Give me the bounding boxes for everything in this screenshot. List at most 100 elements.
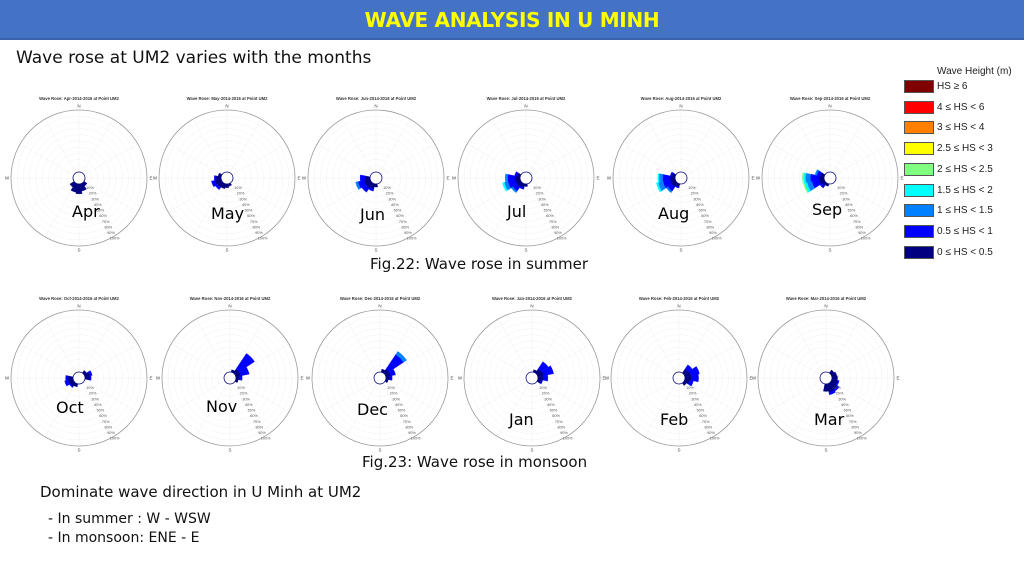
- compass-label: N: [374, 104, 377, 109]
- radial-tick-label: 100%: [110, 237, 120, 241]
- angular-gridline: [84, 143, 138, 176]
- angular-gridline: [491, 119, 524, 173]
- wave-rose-chart: Wave Rose: Aug-2014-2016 at Point UM2 N E S…: [607, 96, 755, 252]
- radial-tick-label: 30%: [538, 197, 546, 201]
- rose-petal-segment: [65, 375, 69, 381]
- angular-gridline: [683, 119, 716, 173]
- radial-tick-label: 20%: [89, 192, 97, 196]
- wave-rose-chart: Wave Rose: May-2014-2016 at Point UM2 N E S…: [153, 96, 301, 253]
- radial-tick-label: 10%: [688, 186, 696, 190]
- rose-petal-segment: [359, 174, 366, 182]
- calm-circle: [220, 171, 234, 185]
- angular-gridline: [646, 119, 679, 173]
- chart-title: Wave Rose: Jun-2014-2016 at Point UM2: [336, 96, 417, 101]
- radial-tick-label: 100%: [261, 437, 271, 441]
- radial-tick-label: 90%: [554, 231, 562, 235]
- compass-label: S: [677, 448, 680, 453]
- angular-gridline: [44, 119, 77, 173]
- angular-gridline: [321, 343, 375, 376]
- radial-tick-label: 50%: [398, 409, 406, 413]
- compass-label: N: [228, 304, 231, 309]
- rose-petal-segment: [239, 375, 243, 381]
- radial-tick-label: 100%: [861, 237, 871, 241]
- radial-tick-label: 30%: [242, 397, 250, 401]
- legend-label: 3 ≤ HS < 4: [937, 122, 985, 134]
- chart-title: Wave Rose: Dec-2014-2016 at Point UM2: [340, 296, 421, 301]
- radial-tick-label: 60%: [400, 414, 408, 418]
- radial-tick-label: 30%: [91, 197, 99, 201]
- radial-tick-label: 50%: [245, 209, 253, 213]
- legend-swatch: [904, 100, 934, 114]
- calm-circle: [819, 371, 833, 385]
- radial-tick-label: 50%: [97, 409, 105, 413]
- compass-label: N: [530, 304, 533, 309]
- radial-tick-label: 80%: [851, 425, 859, 429]
- wave-rose-chart: Wave Rose: Jun-2014-2016 at Point UM2 N E S…: [302, 96, 450, 253]
- radial-tick-label: 50%: [697, 409, 705, 413]
- compass-label: W: [458, 376, 463, 381]
- radial-tick-label: 100%: [857, 437, 867, 441]
- angular-gridline: [20, 180, 74, 213]
- rose-petal-segment: [89, 375, 92, 381]
- radial-tick-label: 60%: [250, 414, 258, 418]
- compass-label: S: [228, 448, 231, 453]
- radial-tick-label: 40%: [694, 403, 702, 407]
- radial-tick-label: 90%: [408, 431, 416, 435]
- legend-label: 2.5 ≤ HS < 3: [937, 143, 993, 155]
- angular-gridline: [81, 119, 114, 173]
- compass-label: E: [297, 176, 300, 181]
- radial-tick-label: 20%: [542, 392, 550, 396]
- legend-label: 0.5 ≤ HS < 1: [937, 225, 993, 237]
- chart-title: Wave Rose: Mar-2014-2016 at Point UM2: [786, 296, 867, 301]
- radial-tick-label: 70%: [102, 420, 110, 424]
- radial-tick-label: 10%: [86, 386, 94, 390]
- radial-tick-label: 30%: [691, 397, 699, 401]
- angular-gridline: [767, 343, 821, 376]
- rose-petal-segment: [542, 374, 549, 382]
- radial-tick-label: 50%: [248, 409, 256, 413]
- radial-tick-label: 40%: [845, 203, 853, 207]
- legend-label: 0 ≤ HS < 0.5: [937, 246, 993, 258]
- radial-tick-label: 60%: [396, 214, 404, 218]
- radial-tick-label: 60%: [99, 414, 107, 418]
- angular-gridline: [795, 119, 828, 173]
- radial-tick-label: 40%: [391, 203, 399, 207]
- notes-heading: Dominate wave direction in U Minh at UM2: [40, 483, 362, 501]
- angular-gridline: [168, 143, 222, 176]
- compass-label: W: [306, 376, 311, 381]
- radial-tick-label: 70%: [549, 220, 557, 224]
- compass-label: E: [751, 176, 754, 181]
- chart-title: Wave Rose: Jan-2014-2016 at Point UM2: [492, 296, 573, 301]
- radial-tick-label: 80%: [704, 425, 712, 429]
- legend-item: 2 ≤ HS < 2.5: [904, 162, 1024, 177]
- angular-gridline: [473, 343, 527, 376]
- radial-tick-label: 40%: [94, 403, 102, 407]
- compass-label: S: [530, 448, 533, 453]
- radial-tick-label: 50%: [848, 209, 856, 213]
- radial-tick-label: 10%: [686, 386, 694, 390]
- chart-title: Wave Rose: Apr-2014-2016 at Point UM2: [39, 96, 119, 101]
- radial-tick-label: 90%: [707, 431, 715, 435]
- legend-item: 1 ≤ HS < 1.5: [904, 204, 1024, 218]
- month-label: Oct: [56, 398, 84, 417]
- radial-tick-label: 20%: [237, 192, 245, 196]
- radial-tick-label: 60%: [699, 414, 707, 418]
- wave-rose-chart: Wave Rose: Sep-2014-2016 at Point UM2NES…: [756, 96, 904, 253]
- angular-gridline: [341, 119, 374, 173]
- compass-label: W: [5, 376, 10, 381]
- radial-tick-label: 50%: [544, 209, 552, 213]
- legend-label: HS ≥ 6: [937, 81, 968, 92]
- radial-tick-label: 10%: [86, 186, 94, 190]
- radial-tick-label: 90%: [854, 431, 862, 435]
- legend-swatch: [904, 142, 934, 156]
- compass-label: S: [374, 248, 377, 253]
- rose-petal-segment: [214, 175, 217, 181]
- radial-tick-label: 90%: [107, 431, 115, 435]
- compass-label: S: [828, 248, 831, 253]
- chart-title: Wave Rose: Feb-2014-2016 at Point UM2: [639, 296, 720, 301]
- compass-label: N: [679, 104, 682, 109]
- legend-swatch: [904, 162, 934, 176]
- radial-tick-label: 20%: [689, 392, 697, 396]
- compass-label: S: [225, 248, 228, 253]
- radial-tick-label: 50%: [394, 209, 402, 213]
